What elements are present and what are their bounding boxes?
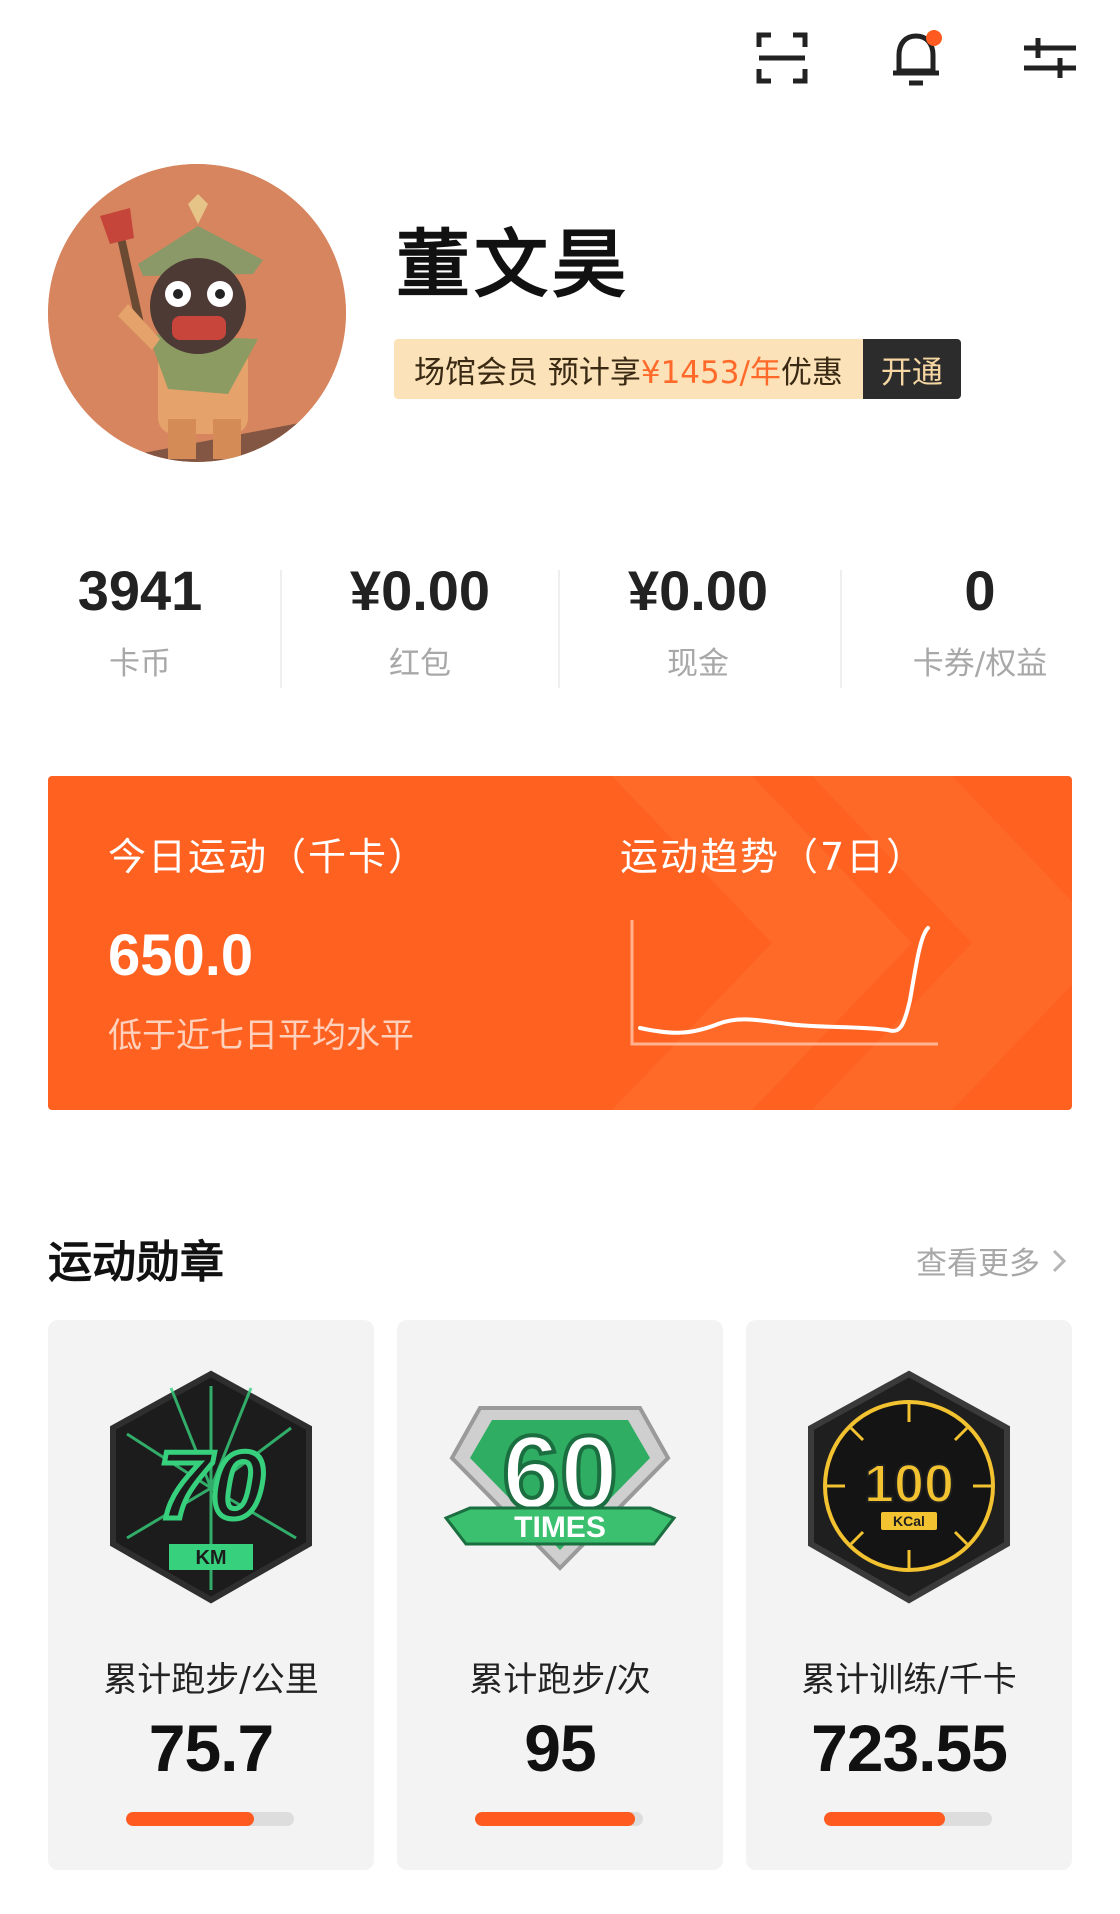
stat-cash[interactable]: ¥0.00 现金 xyxy=(558,560,838,683)
medal-progress-bar xyxy=(824,1812,992,1826)
medal-label: 累计训练/千卡 xyxy=(801,1660,1017,1700)
today-activity-card[interactable]: 今日运动（千卡） 650.0 低于近七日平均水平 运动趋势（7日） xyxy=(48,776,1072,1110)
medal-label: 累计跑步/次 xyxy=(469,1660,651,1700)
stat-value: 0 xyxy=(964,559,996,622)
scan-icon[interactable] xyxy=(754,30,810,86)
membership-price: ¥1453/年 xyxy=(640,354,781,391)
medal-badge-number: 100 xyxy=(864,1454,954,1514)
medal-badge-number: 70 xyxy=(158,1432,265,1539)
medal-value: 95 xyxy=(524,1711,596,1785)
today-activity-value: 650.0 xyxy=(108,923,254,988)
today-activity-note: 低于近七日平均水平 xyxy=(108,1016,414,1056)
medal-progress-bar xyxy=(475,1812,643,1826)
wallet-stats: 3941 卡币 ¥0.00 红包 ¥0.00 现金 0 卡券/权益 xyxy=(0,560,1120,700)
running-count-medal-icon: 60 TIMES xyxy=(443,1406,677,1571)
medal-badge-unit: KCal xyxy=(893,1513,925,1529)
membership-prefix: 场馆会员 预计享 xyxy=(414,354,641,391)
stat-value: 3941 xyxy=(77,559,203,622)
membership-text: 场馆会员 预计享 ¥1453/年 优惠 xyxy=(394,339,863,399)
stat-red-packet[interactable]: ¥0.00 红包 xyxy=(280,560,560,683)
stat-label: 现金 xyxy=(667,645,729,682)
training-calories-medal-icon: 100 KCal xyxy=(808,1370,1010,1604)
medal-value: 75.7 xyxy=(148,1711,274,1785)
stat-label: 红包 xyxy=(389,645,451,682)
open-membership-button[interactable]: 开通 xyxy=(862,339,961,399)
notification-dot xyxy=(926,30,942,46)
username: 董文昊 xyxy=(396,222,630,308)
stat-label: 卡券/权益 xyxy=(912,645,1048,682)
trend-sparkline[interactable] xyxy=(628,916,948,1056)
running-distance-medal-icon: 70 KM xyxy=(110,1370,312,1604)
stat-label: 卡币 xyxy=(109,645,171,682)
medal-label: 累计跑步/公里 xyxy=(103,1660,319,1700)
trend-title: 运动趋势（7日） xyxy=(620,835,927,879)
medal-card-running-distance[interactable]: 70 KM 累计跑步/公里 75.7 xyxy=(48,1320,374,1870)
see-more-label: 查看更多 xyxy=(916,1246,1040,1282)
medal-badge-unit: TIMES xyxy=(514,1511,606,1544)
stat-coupons[interactable]: 0 卡券/权益 xyxy=(840,560,1120,683)
medal-card-running-count[interactable]: 60 TIMES 累计跑步/次 95 xyxy=(397,1320,723,1870)
stat-value: ¥0.00 xyxy=(627,559,769,622)
membership-suffix: 优惠 xyxy=(780,354,843,391)
today-activity-title: 今日运动（千卡） xyxy=(108,835,429,879)
membership-banner[interactable]: 场馆会员 预计享 ¥1453/年 优惠 开通 xyxy=(394,339,961,399)
avatar[interactable] xyxy=(48,164,346,462)
medal-progress-fill xyxy=(824,1812,945,1826)
medal-progress-fill xyxy=(475,1812,635,1826)
medal-progress-bar xyxy=(126,1812,294,1826)
stat-value: ¥0.00 xyxy=(349,559,491,622)
see-more-link[interactable]: 查看更多 xyxy=(916,1238,1068,1283)
chevron-right-icon xyxy=(1052,1249,1067,1272)
settings-sliders-icon[interactable] xyxy=(1022,30,1078,86)
stat-coins[interactable]: 3941 卡币 xyxy=(0,560,280,683)
medal-progress-fill xyxy=(126,1812,254,1826)
medal-card-training-calories[interactable]: 100 KCal 累计训练/千卡 723.55 xyxy=(746,1320,1072,1870)
bell-icon[interactable] xyxy=(888,30,944,86)
medals-section-title: 运动勋章 xyxy=(48,1237,224,1288)
top-toolbar xyxy=(754,30,1078,86)
medal-value: 723.55 xyxy=(811,1711,1008,1785)
medal-badge-unit: KM xyxy=(195,1547,226,1569)
